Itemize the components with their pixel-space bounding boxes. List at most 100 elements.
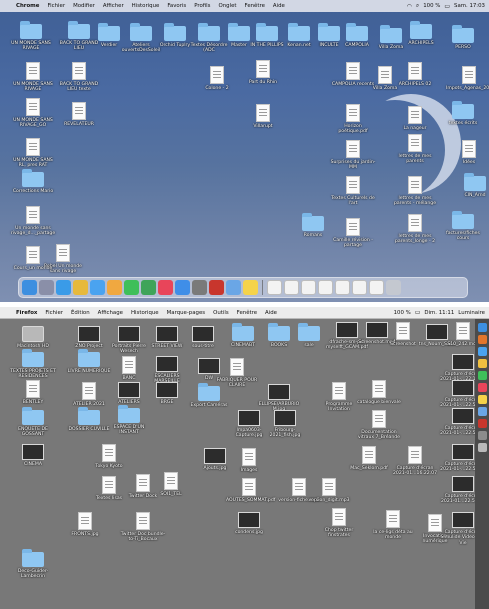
desktop-item[interactable]: UN MONDE SANS RIVAGE <box>10 62 56 93</box>
messages-icon[interactable] <box>477 371 487 380</box>
desktop-item[interactable]: BACK TO GRAND LIEU texte <box>56 62 102 93</box>
finder-icon[interactable] <box>477 323 487 332</box>
menu-app-name[interactable]: Chrome <box>12 3 43 9</box>
desktop-item[interactable]: Colone - 2 <box>194 66 240 91</box>
desktop-item[interactable]: Surprises du jardin-MM <box>330 140 376 171</box>
preview-icon[interactable] <box>477 407 487 416</box>
notes-icon[interactable] <box>477 395 487 404</box>
dock-facetime-icon[interactable] <box>141 280 156 295</box>
menu-bookmarks[interactable]: Favoris <box>163 3 190 9</box>
dock-app-store-icon[interactable] <box>175 280 190 295</box>
photos-icon[interactable] <box>477 359 487 368</box>
dock-launchpad-icon[interactable] <box>39 280 54 295</box>
desktop-item[interactable]: Export Caméras <box>186 383 232 408</box>
desktop-item[interactable]: ARCHIPELS 02 <box>392 62 438 87</box>
dock-doc-icon[interactable] <box>267 280 282 295</box>
desktop-item[interactable]: Images <box>226 448 272 473</box>
dock-settings-icon[interactable] <box>192 280 207 295</box>
desktop-item[interactable]: lettres de mes parents <box>392 134 438 165</box>
desktop-item[interactable]: Impots_Agenas_2020_BET_com_a(2025) <box>446 66 489 91</box>
dock-photos-icon[interactable] <box>107 280 122 295</box>
desktop-item[interactable]: FABRIQUER POUR CLAIRE <box>214 358 260 389</box>
menu-help[interactable]: Aide <box>261 310 281 316</box>
desktop-item[interactable]: Villarupt <box>240 104 286 129</box>
dock-doc-icon[interactable] <box>301 280 316 295</box>
desktop-item[interactable]: ESCALIERS MARSEILLE <box>144 356 190 385</box>
desktop-item[interactable]: Deco-Guider-Lambecrin <box>10 549 56 580</box>
dock-messages-icon[interactable] <box>124 280 139 295</box>
battery-percent[interactable]: 100 % <box>394 310 411 316</box>
menu-window[interactable]: Fenêtre <box>241 3 269 9</box>
dock-mail-icon[interactable] <box>90 280 105 295</box>
desktop-item[interactable]: SOI1_TEL <box>148 472 194 497</box>
desktop-item[interactable]: Part du Rhin <box>240 60 286 85</box>
desktop-item[interactable]: BRGE <box>144 382 190 405</box>
clock[interactable]: Sam. 17:03 <box>454 3 485 9</box>
desktop-item[interactable]: UN MONDE SANS RL, pres RAT <box>10 138 56 169</box>
dock-doc-icon[interactable] <box>318 280 333 295</box>
dock-preview-icon[interactable] <box>226 280 241 295</box>
dock-doc-icon[interactable] <box>352 280 367 295</box>
dock-doc-icon[interactable] <box>369 280 384 295</box>
dock-safari-icon[interactable] <box>56 280 71 295</box>
desktop-item[interactable]: catalogue bienvale <box>356 380 402 405</box>
desktop-item[interactable]: version_digit.mp3 <box>306 478 352 503</box>
dock-trash-icon[interactable] <box>386 280 401 295</box>
menu-file[interactable]: Fichier <box>41 310 67 316</box>
desktop-item[interactable]: Tokyo Kyoto <box>86 444 132 469</box>
menu-history[interactable]: Historique <box>127 310 163 316</box>
desktop-item[interactable]: Horizon poétique.pdf <box>330 104 376 135</box>
desktop-item[interactable]: TEXTES PROJETS ET RESIDENCES <box>10 349 56 380</box>
desktop-item[interactable]: Twitter Doc bundle-to-Ti_Bocaux <box>120 512 166 543</box>
menu-help[interactable]: Aide <box>269 3 289 9</box>
desktop-item[interactable]: ENQUETE DE GOSSANT <box>10 407 56 438</box>
desktop-item[interactable]: lettres de mes parents_longe - 2 <box>392 214 438 245</box>
desktop-item[interactable]: Corrections Mario <box>10 169 56 194</box>
dock-doc-icon[interactable] <box>284 280 299 295</box>
search-icon[interactable]: ⌕ <box>416 2 419 10</box>
desktop-item[interactable]: condens.jpg <box>226 512 272 535</box>
desktop-item[interactable]: UN MONDE SANS RIVAGE_GO <box>10 98 56 129</box>
desktop-item[interactable]: Idées <box>446 140 489 165</box>
desktop-item[interactable]: Cours_un monde <box>10 246 56 271</box>
desktop-item[interactable]: Capture d'écran 2021-01...16.22.07 <box>392 446 438 477</box>
battery-percent[interactable]: 100 % <box>423 3 440 9</box>
desktop-item[interactable]: ARCHIPELS <box>398 21 444 46</box>
wifi-icon[interactable]: ◠ <box>407 3 412 10</box>
desktop-item[interactable]: UN MONDE SANS RIVAGE <box>8 21 54 52</box>
menu-extra-luminaire[interactable]: Luminaire <box>458 310 485 316</box>
music-icon[interactable] <box>477 383 487 392</box>
acrobat-icon[interactable] <box>477 419 487 428</box>
menu-file[interactable]: Fichier <box>43 3 69 9</box>
desktop-item[interactable]: ESPACE D'UN INSTANT <box>106 405 152 436</box>
desktop-item[interactable]: Camille révision - partage <box>330 218 376 249</box>
menu-edit[interactable]: Édition <box>67 310 94 316</box>
clock[interactable]: Dim. 11:11 <box>424 310 454 316</box>
desktop-item[interactable]: ELLIPSE/ARBURIO M.jpg <box>256 384 302 413</box>
desktop-item[interactable]: CIN_Arnd <box>452 173 489 198</box>
desktop-item[interactable]: PERSO <box>440 25 486 50</box>
menu-history[interactable]: Historique <box>128 3 164 9</box>
desktop-item[interactable]: la ce-ligs déta au monde <box>370 510 416 541</box>
dock-chrome-icon[interactable] <box>73 280 88 295</box>
desktop-item[interactable]: Mac_Seklom.pdf <box>346 446 392 471</box>
settings-icon[interactable] <box>477 431 487 440</box>
dock-doc-icon[interactable] <box>335 280 350 295</box>
menu-app-name[interactable]: Firefox <box>12 310 41 316</box>
mail-icon[interactable] <box>477 347 487 356</box>
desktop-item[interactable]: Un monde sans rivage_d..._partage <box>10 206 56 237</box>
desktop-item[interactable]: Macintosh HD <box>10 326 56 349</box>
desktop-item[interactable]: FRONTS.jpg <box>62 512 108 537</box>
desktop-item[interactable]: La nageur <box>392 106 438 131</box>
menu-profiles[interactable]: Profils <box>190 3 214 9</box>
dock-music-icon[interactable] <box>158 280 173 295</box>
desktop-item[interactable]: Textes Culturels de l'art <box>330 176 376 207</box>
desktop-item[interactable]: textes écrits <box>440 101 486 126</box>
firefox-icon[interactable] <box>477 335 487 344</box>
menu-tools[interactable]: Outils <box>209 310 233 316</box>
desktop-item[interactable]: CINEMA <box>10 444 56 467</box>
dock-finder-icon[interactable] <box>22 280 37 295</box>
desktop-item[interactable]: factures/fiches cours <box>440 211 486 242</box>
menu-window[interactable]: Fenêtre <box>233 310 261 316</box>
desktop-item[interactable]: Documentation vitraux 7_Bréande <box>356 410 402 441</box>
